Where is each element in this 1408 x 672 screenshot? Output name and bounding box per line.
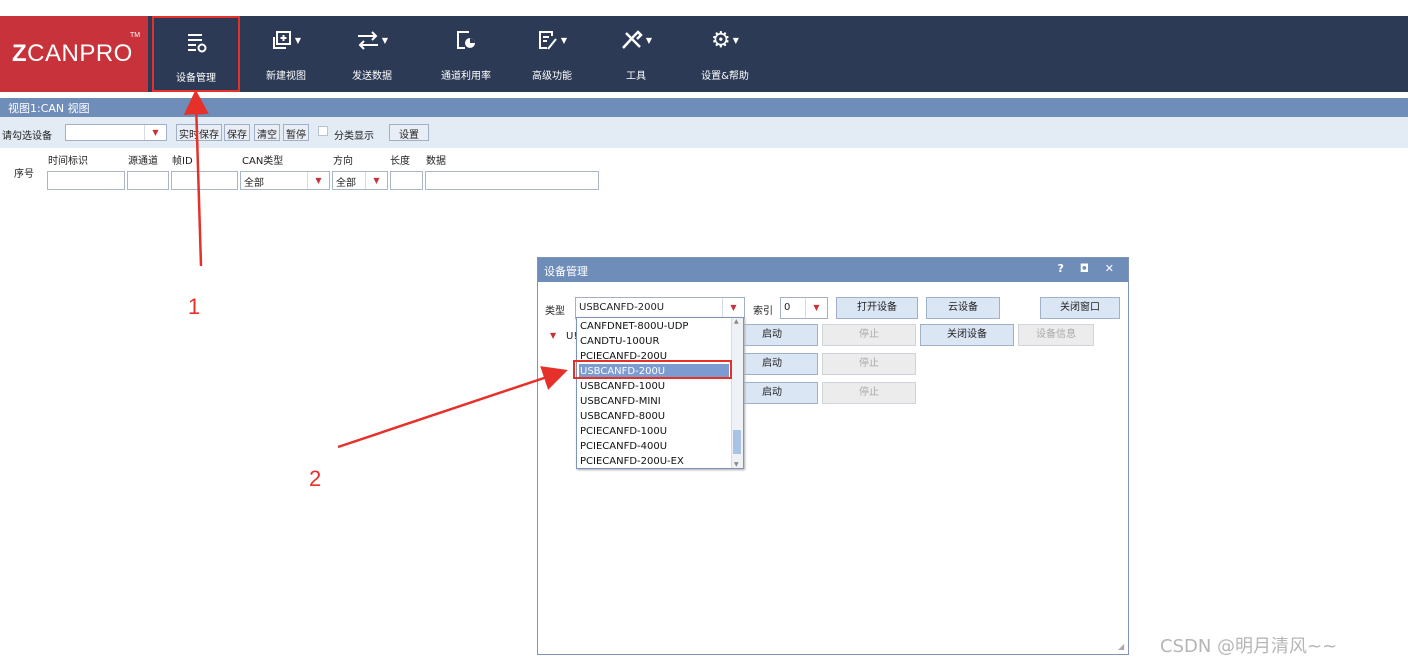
annotation-arrows xyxy=(183,89,568,449)
annotation-step-1: 1 xyxy=(188,294,201,319)
arrow-1 xyxy=(183,89,209,267)
annotation-step-2: 2 xyxy=(309,466,322,491)
arrow-2 xyxy=(337,366,568,449)
watermark: CSDN @明月清风~~ xyxy=(1160,636,1338,657)
